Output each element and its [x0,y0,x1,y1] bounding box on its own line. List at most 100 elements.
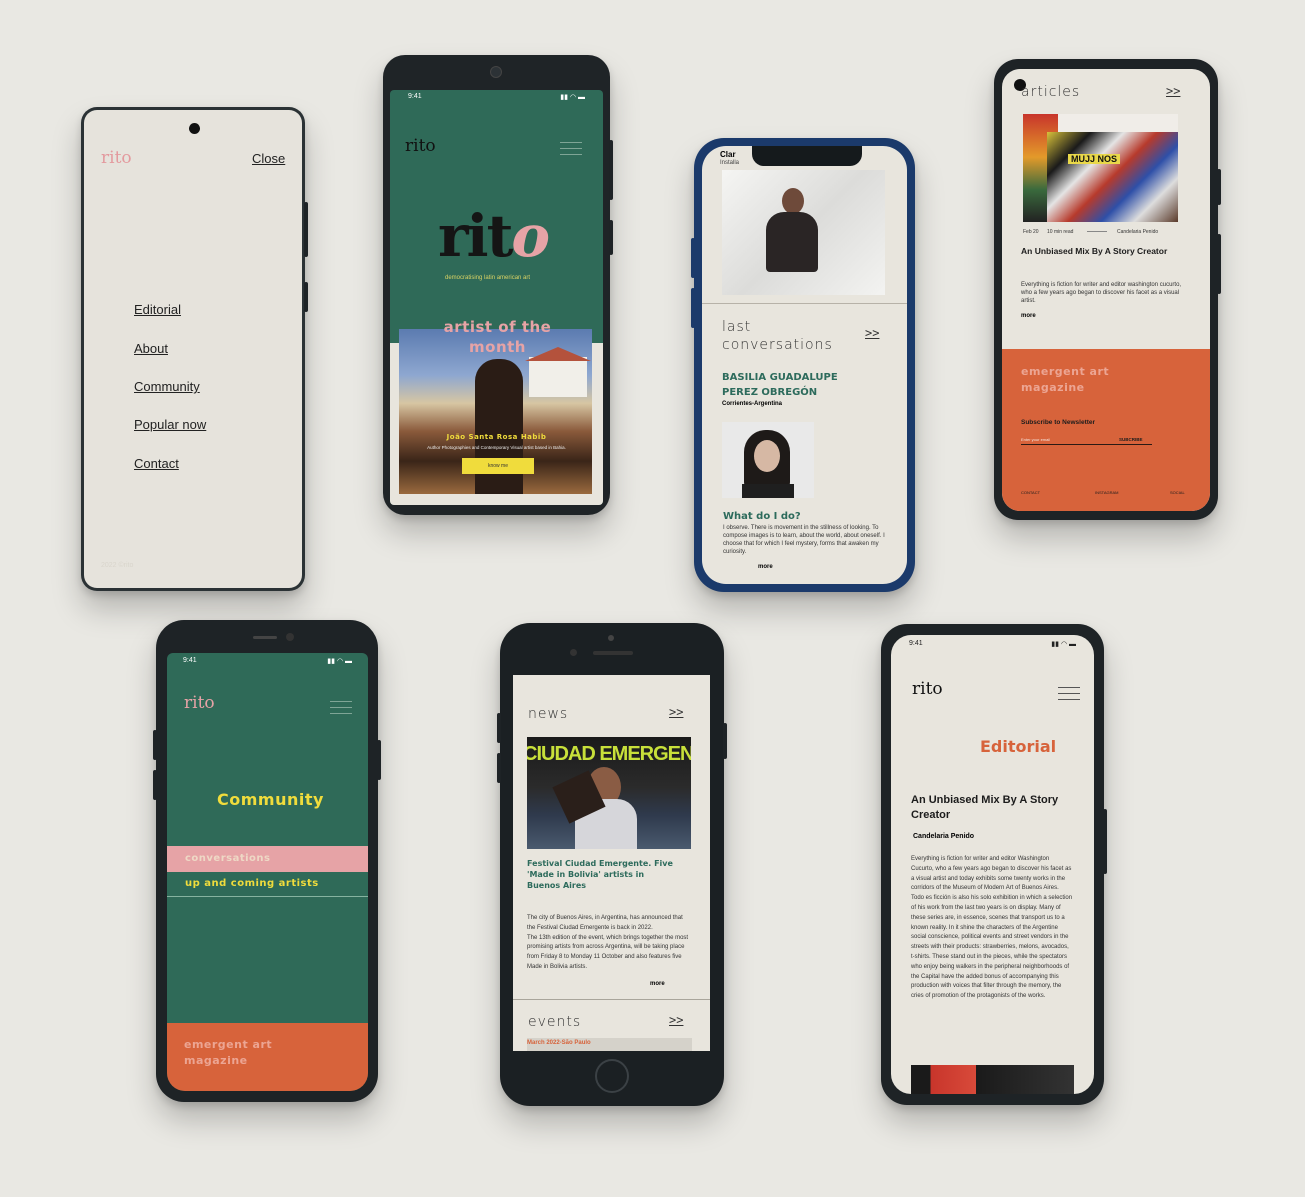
camera-dot [570,649,577,656]
articles-screen: articles >> MUJJ NOS Feb 20 10 min read … [1002,69,1210,511]
brand-small[interactable]: rito [184,693,215,713]
artist-location: Corrientes-Argentina [722,401,783,407]
editorial-screen: 9:41 ▮▮ ◠ ▬ rito Editorial An Unbiased M… [891,635,1094,1094]
artist-name: João Santa Rosa Habib [446,433,547,441]
see-more-arrow[interactable]: >> [1166,84,1180,98]
news-heading: news [528,706,569,722]
article-excerpt: Everything is fiction for writer and edi… [1021,282,1182,304]
side-button [497,713,501,743]
status-time: 9:41 [408,93,422,100]
magazine-title: emergent art magazine [184,1038,273,1067]
interview-photo[interactable] [722,170,885,295]
artist-description: Author Photographies and Contemporary Vi… [427,445,566,450]
article-title: An Unbiased Mix By A Story Creator [911,794,1059,821]
community-item-label: conversations [185,853,271,864]
meta-date: Feb 20 [1023,229,1039,235]
meta-read: 10 min read [1047,229,1074,235]
brand-small[interactable]: rito [405,136,436,156]
footer-contact[interactable]: CONTACT [1021,490,1040,495]
meta-author: Candelaria Penido [1117,229,1159,235]
home-screen: 9:41 ▮▮ ◠ ▬ rito rito democratising lati… [390,90,603,505]
side-button [1217,234,1221,294]
side-button [609,140,613,200]
hamburger-menu-icon[interactable] [560,142,582,156]
hero-logo: rito [438,202,550,270]
side-button [304,282,308,312]
menu-item-community[interactable]: Community [134,379,200,394]
status-bar: 9:41 ▮▮ ◠ ▬ [390,90,603,104]
home-button[interactable] [595,1059,629,1093]
side-button [691,288,695,328]
footer-instagram[interactable]: INSTAGRAM [1095,490,1118,495]
hamburger-menu-icon[interactable] [1058,687,1080,701]
article-image[interactable]: MUJJ NOS [1023,114,1178,222]
section-title: artist of the month [443,318,552,356]
side-button [497,753,501,783]
events-arrow[interactable]: >> [669,1013,683,1027]
community-item-conversations[interactable]: conversations [167,846,368,872]
news-screen: news >> CIUDAD EMERGENTE Festival Ciudad… [513,675,710,1051]
side-button [723,723,727,759]
close-button[interactable]: Close [252,151,285,166]
phone-editorial: 9:41 ▮▮ ◠ ▬ rito Editorial An Unbiased M… [881,624,1107,1105]
front-camera [490,66,502,78]
article-body: Everything is fiction for writer and edi… [911,856,1073,1000]
hamburger-menu-icon[interactable] [330,701,352,715]
speaker [253,636,277,639]
side-button [691,238,695,278]
side-button [153,730,157,760]
side-button [377,740,381,780]
side-button [609,220,613,255]
artist-name[interactable]: BASILIA GUADALUPE PEREZ OBREGÓN [722,370,872,400]
phone-home: 9:41 ▮▮ ◠ ▬ rito rito democratising lati… [383,55,613,515]
more-link[interactable]: more [758,564,773,570]
community-screen: 9:41 ▮▮ ◠ ▬ rito Community conversations… [167,653,368,1091]
heading-conversations: conversations [722,337,833,353]
newsletter-label: Subscribe to Newsletter [1021,419,1096,426]
news-more[interactable]: more [650,981,665,987]
footer-social[interactable]: SOCIAL [1170,490,1185,495]
see-more-arrow[interactable]: >> [669,705,683,719]
phone-menu: rito Close Editorial About Community Pop… [81,107,308,591]
community-item-artists[interactable]: up and coming artists [167,873,368,897]
know-me-button[interactable]: know me [462,458,534,474]
article-title[interactable]: An Unbiased Mix By A Story Creator [1021,245,1171,257]
status-time: 9:41 [909,640,923,647]
phone-news: news >> CIUDAD EMERGENTE Festival Ciudad… [497,623,727,1106]
brand-logo[interactable]: rito [101,148,132,168]
menu-item-popular[interactable]: Popular now [134,417,206,432]
conversations-screen: Clar Installa last conversations >> BASI… [702,146,907,584]
events-heading: events [528,1014,582,1030]
brand-small[interactable]: rito [912,679,943,699]
menu-item-editorial[interactable]: Editorial [134,302,181,317]
notch [752,146,862,166]
answer: I observe. There is movement in the stil… [723,525,885,555]
subscribe-button[interactable]: SUBCRIBE [1119,437,1152,445]
menu-item-about[interactable]: About [134,341,168,356]
heading-last: last [722,319,752,335]
phone-conversations: Clar Installa last conversations >> BASI… [691,138,915,592]
menu-item-contact[interactable]: Contact [134,456,179,471]
email-input[interactable]: Enter your email [1021,437,1121,445]
articles-heading: articles [1021,84,1081,100]
article-image[interactable] [911,1065,1074,1094]
news-image[interactable]: CIUDAD EMERGENTE [527,737,691,849]
page-title: Editorial [980,737,1057,756]
article-more[interactable]: more [1021,313,1036,319]
banner-text: CIUDAD EMERGENTE [527,743,691,765]
side-button [1103,809,1107,874]
phone-community: 9:41 ▮▮ ◠ ▬ rito Community conversations… [153,620,381,1102]
signal-battery-icon: ▮▮ ◠ ▬ [560,94,585,101]
magazine-section: emergent art magazine [167,1023,368,1091]
magazine-title: emergent art magazine [1021,365,1110,394]
question: What do I do? [723,511,801,522]
status-bar: 9:41 ▮▮ ◠ ▬ [167,653,368,667]
signal-battery-icon: ▮▮ ◠ ▬ [1051,641,1076,648]
event-card[interactable]: March 2022-São Paulo [527,1038,692,1051]
portrait-photo[interactable] [722,422,814,498]
news-title[interactable]: Festival Ciudad Emergente. Five 'Made in… [527,858,677,891]
page-title: Community [217,790,324,809]
status-time: 9:41 [183,657,197,664]
side-button [153,770,157,800]
see-more-arrow[interactable]: >> [865,326,879,340]
